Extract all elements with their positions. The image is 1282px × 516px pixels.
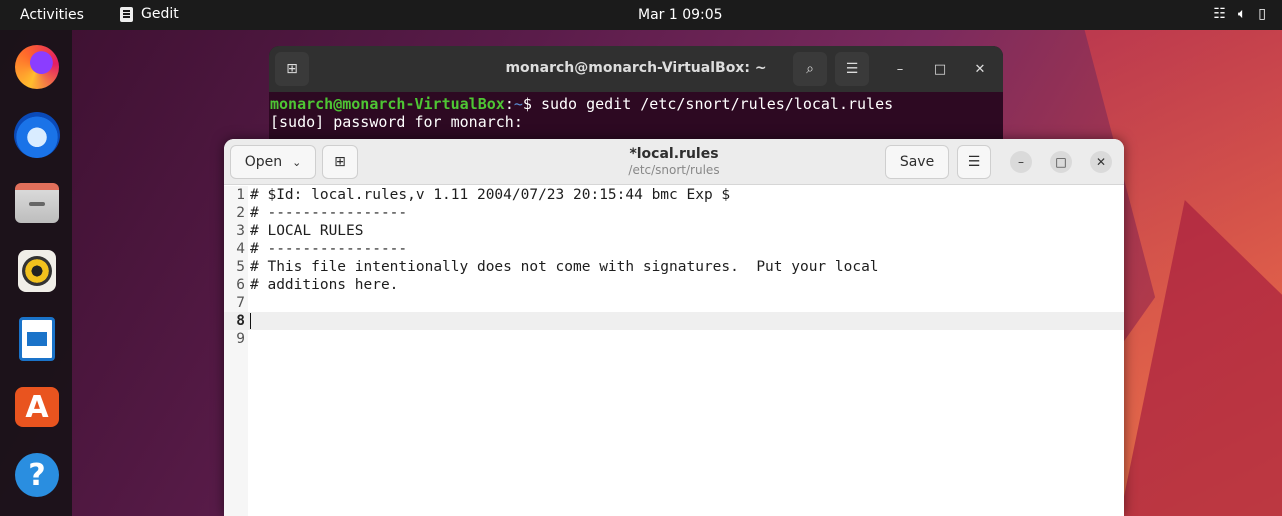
editor-line[interactable]: 6 # additions here. bbox=[224, 276, 1124, 294]
line-number: 6 bbox=[236, 277, 245, 293]
editor-line[interactable]: 2 # ---------------- bbox=[224, 204, 1124, 222]
line-number: 4 bbox=[236, 241, 245, 257]
terminal-maximize-button[interactable]: □ bbox=[929, 58, 951, 80]
minimize-icon: – bbox=[896, 61, 904, 77]
text-editor[interactable]: 1 # $Id: local.rules,v 1.11 2004/07/23 20… bbox=[224, 186, 1124, 516]
prompt-dollar: $ bbox=[522, 95, 541, 113]
editor-line[interactable]: 4 # ---------------- bbox=[224, 240, 1124, 258]
hamburger-icon: ☰ bbox=[845, 61, 859, 77]
gedit-close-button[interactable]: ✕ bbox=[1090, 151, 1112, 173]
terminal-headerbar[interactable]: ⊞ monarch@monarch-VirtualBox: ~ ⌕ ☰ – □ … bbox=[269, 46, 1003, 92]
dock-app-center[interactable]: A bbox=[12, 382, 62, 432]
terminal-output-line: [sudo] password for monarch: bbox=[270, 113, 523, 131]
line-number: 2 bbox=[236, 205, 245, 221]
editor-line[interactable]: 1 # $Id: local.rules,v 1.11 2004/07/23 20… bbox=[224, 186, 1124, 204]
dock-firefox[interactable] bbox=[12, 42, 62, 92]
prompt-path: ~ bbox=[513, 95, 523, 113]
editor-line-current[interactable]: 8 bbox=[224, 312, 1124, 330]
line-text: # LOCAL RULES bbox=[250, 223, 364, 239]
dock-files[interactable] bbox=[12, 178, 62, 228]
dock-help[interactable]: ? bbox=[12, 450, 62, 500]
writer-icon bbox=[19, 317, 55, 361]
gedit-headerbar[interactable]: Open ⌄ ⊞ *local.rules /etc/snort/rules S… bbox=[224, 139, 1124, 185]
close-icon: ✕ bbox=[1095, 155, 1107, 169]
gedit-window[interactable]: Open ⌄ ⊞ *local.rules /etc/snort/rules S… bbox=[224, 139, 1124, 516]
hamburger-icon: ☰ bbox=[967, 154, 981, 170]
text-cursor bbox=[250, 313, 251, 329]
prompt-user: monarch@monarch-VirtualBox bbox=[270, 95, 505, 113]
save-button[interactable]: Save bbox=[885, 145, 949, 179]
close-icon: ✕ bbox=[974, 61, 986, 77]
line-text: # This file intentionally does not come … bbox=[250, 259, 879, 275]
terminal-search-button[interactable]: ⌕ bbox=[793, 52, 827, 86]
firefox-icon bbox=[15, 45, 59, 89]
dock-thunderbird[interactable] bbox=[12, 110, 62, 160]
editor-line[interactable]: 7 bbox=[224, 294, 1124, 312]
terminal-minimize-button[interactable]: – bbox=[889, 58, 911, 80]
terminal-menu-button[interactable]: ☰ bbox=[835, 52, 869, 86]
terminal-command: sudo gedit /etc/snort/rules/local.rules bbox=[540, 95, 894, 113]
maximize-icon: □ bbox=[1055, 155, 1067, 169]
app-center-icon: A bbox=[15, 387, 59, 427]
editor-line[interactable]: 3 # LOCAL RULES bbox=[224, 222, 1124, 240]
terminal-close-button[interactable]: ✕ bbox=[969, 58, 991, 80]
line-text: # $Id: local.rules,v 1.11 2004/07/23 20:… bbox=[250, 187, 731, 203]
line-text: # additions here. bbox=[250, 277, 399, 293]
network-icon: ☷ bbox=[1213, 6, 1226, 22]
clock[interactable]: Mar 1 09:05 bbox=[638, 7, 723, 23]
app-menu[interactable]: Gedit bbox=[120, 6, 179, 22]
line-number: 3 bbox=[236, 223, 245, 239]
thunderbird-icon bbox=[14, 112, 60, 158]
rhythmbox-icon bbox=[18, 250, 56, 292]
volume-icon: 🔈︎ bbox=[1237, 6, 1247, 22]
search-icon: ⌕ bbox=[806, 61, 814, 77]
line-number: 5 bbox=[236, 259, 245, 275]
save-button-label: Save bbox=[899, 154, 935, 170]
editor-line[interactable]: 9 bbox=[224, 330, 1124, 348]
activities-button[interactable]: Activities bbox=[20, 7, 84, 23]
top-bar: Activities Gedit Mar 1 09:05 ☷ 🔈︎ ▯ bbox=[0, 0, 1282, 30]
line-text: # ---------------- bbox=[250, 205, 408, 221]
prompt-sep: : bbox=[504, 95, 514, 113]
files-icon bbox=[15, 183, 59, 223]
dock: A ? bbox=[0, 30, 72, 516]
terminal-command-line: monarch@monarch-VirtualBox:~$ sudo gedit… bbox=[270, 95, 1003, 113]
maximize-icon: □ bbox=[933, 61, 947, 77]
gedit-maximize-button[interactable]: □ bbox=[1050, 151, 1072, 173]
dock-libreoffice-writer[interactable] bbox=[12, 314, 62, 364]
line-text: # ---------------- bbox=[250, 241, 408, 257]
line-number: 7 bbox=[236, 295, 245, 311]
app-menu-label: Gedit bbox=[141, 6, 179, 22]
dock-rhythmbox[interactable] bbox=[12, 246, 62, 296]
line-number: 1 bbox=[236, 187, 245, 203]
help-icon: ? bbox=[15, 453, 59, 497]
line-number: 9 bbox=[236, 331, 245, 347]
terminal-output[interactable]: monarch@monarch-VirtualBox:~$ sudo gedit… bbox=[269, 92, 1003, 131]
battery-icon: ▯ bbox=[1258, 6, 1266, 22]
gedit-minimize-button[interactable]: – bbox=[1010, 151, 1032, 173]
editor-line[interactable]: 5 # This file intentionally does not come… bbox=[224, 258, 1124, 276]
line-number: 8 bbox=[236, 313, 245, 329]
gedit-menu-button[interactable]: ☰ bbox=[957, 145, 991, 179]
gedit-icon bbox=[120, 6, 133, 22]
minimize-icon: – bbox=[1018, 155, 1024, 169]
system-tray[interactable]: ☷ 🔈︎ ▯ bbox=[1213, 6, 1266, 22]
